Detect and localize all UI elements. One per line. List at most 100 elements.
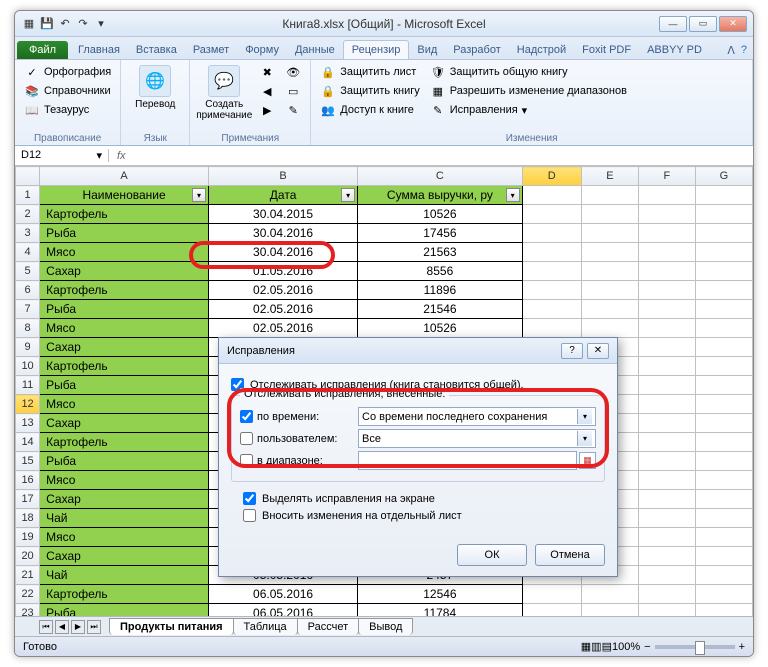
cell-name[interactable]: Мясо xyxy=(40,243,209,262)
zoom-slider[interactable] xyxy=(655,645,735,649)
show-comment-button[interactable]: 👁 xyxy=(282,63,304,81)
row-header[interactable]: 2 xyxy=(16,205,40,224)
table-header-sum[interactable]: Сумма выручки, ру▾ xyxy=(358,186,523,205)
cell[interactable] xyxy=(695,243,752,262)
cell[interactable] xyxy=(638,224,695,243)
table-header-name[interactable]: Наименование▾ xyxy=(40,186,209,205)
cell[interactable] xyxy=(638,509,695,528)
sheet-tab[interactable]: Продукты питания xyxy=(109,618,234,635)
table-header-date[interactable]: Дата▾ xyxy=(209,186,358,205)
row-header[interactable]: 13 xyxy=(16,414,40,433)
who-checkbox[interactable] xyxy=(240,432,253,445)
where-checkbox[interactable] xyxy=(240,454,253,467)
cell-name[interactable]: Рыба xyxy=(40,376,209,395)
who-combo[interactable]: Все▾ xyxy=(358,429,596,448)
row-header[interactable]: 22 xyxy=(16,585,40,604)
cell-name[interactable]: Сахар xyxy=(40,490,209,509)
cell[interactable] xyxy=(581,262,638,281)
fx-icon[interactable]: fx xyxy=(109,150,134,162)
cell-name[interactable]: Мясо xyxy=(40,395,209,414)
row-header[interactable]: 18 xyxy=(16,509,40,528)
view-normal-icon[interactable]: ▦ xyxy=(581,640,591,653)
row-header[interactable]: 19 xyxy=(16,528,40,547)
cell[interactable] xyxy=(695,471,752,490)
cell[interactable] xyxy=(638,281,695,300)
cell[interactable] xyxy=(638,566,695,585)
col-header-g[interactable]: G xyxy=(695,167,752,186)
cell[interactable] xyxy=(695,452,752,471)
protect-workbook-button[interactable]: 🔒Защитить книгу xyxy=(317,82,423,100)
cell-name[interactable]: Сахар xyxy=(40,338,209,357)
thesaurus-button[interactable]: 📖Тезаурус xyxy=(21,101,114,119)
dialog-close-button[interactable]: ✕ xyxy=(587,343,609,359)
cell[interactable] xyxy=(581,281,638,300)
cell[interactable] xyxy=(581,300,638,319)
cell[interactable] xyxy=(522,205,581,224)
cell[interactable] xyxy=(638,205,695,224)
dialog-help-button[interactable]: ? xyxy=(561,343,583,359)
when-checkbox[interactable] xyxy=(240,410,253,423)
zoom-in-icon[interactable]: + xyxy=(739,641,745,653)
cell-name[interactable]: Сахар xyxy=(40,262,209,281)
row-header[interactable]: 14 xyxy=(16,433,40,452)
name-box[interactable]: D12▾ xyxy=(15,149,109,162)
cell[interactable] xyxy=(638,357,695,376)
cell[interactable] xyxy=(695,395,752,414)
cell-name[interactable]: Картофель xyxy=(40,585,209,604)
cell-name[interactable]: Чай xyxy=(40,566,209,585)
tab-data[interactable]: Данные xyxy=(287,41,343,59)
col-header-a[interactable]: A xyxy=(40,167,209,186)
cell[interactable] xyxy=(638,338,695,357)
maximize-button[interactable]: ▭ xyxy=(689,16,717,32)
cell-name[interactable]: Картофель xyxy=(40,433,209,452)
row-header[interactable]: 16 xyxy=(16,471,40,490)
last-sheet-icon[interactable]: ⏭ xyxy=(87,620,101,634)
tab-review[interactable]: Рецензир xyxy=(343,40,410,59)
delete-comment-button[interactable]: ✖ xyxy=(256,63,278,81)
cell[interactable] xyxy=(695,205,752,224)
cell[interactable] xyxy=(695,433,752,452)
sheet-tab[interactable]: Вывод xyxy=(358,618,413,635)
cell-name[interactable]: Мясо xyxy=(40,528,209,547)
row-header[interactable]: 17 xyxy=(16,490,40,509)
minimize-button[interactable]: — xyxy=(659,16,687,32)
cell[interactable] xyxy=(638,528,695,547)
cell-date[interactable]: 30.04.2016 xyxy=(209,243,358,262)
show-all-button[interactable]: ▭ xyxy=(282,82,304,100)
row-header[interactable]: 8 xyxy=(16,319,40,338)
highlight-onscreen-checkbox[interactable] xyxy=(243,492,256,505)
cell[interactable] xyxy=(695,547,752,566)
cell[interactable] xyxy=(638,433,695,452)
cell[interactable] xyxy=(522,585,581,604)
tab-developer[interactable]: Разработ xyxy=(445,41,508,59)
row-header[interactable]: 10 xyxy=(16,357,40,376)
cell-name[interactable]: Картофель xyxy=(40,357,209,376)
range-picker-icon[interactable]: ▦ xyxy=(579,452,596,469)
cell[interactable] xyxy=(638,395,695,414)
sheet-tab[interactable]: Таблица xyxy=(233,618,298,635)
cell[interactable] xyxy=(638,319,695,338)
cell[interactable] xyxy=(695,414,752,433)
spelling-button[interactable]: ✓Орфография xyxy=(21,63,114,81)
redo-icon[interactable]: ↷ xyxy=(75,16,91,32)
cell[interactable] xyxy=(581,585,638,604)
cell[interactable] xyxy=(638,490,695,509)
cell[interactable] xyxy=(581,224,638,243)
help-icon[interactable]: ? xyxy=(741,44,747,57)
undo-icon[interactable]: ↶ xyxy=(57,16,73,32)
cell-name[interactable]: Картофель xyxy=(40,205,209,224)
cancel-button[interactable]: Отмена xyxy=(535,544,605,566)
cell-value[interactable]: 10526 xyxy=(358,319,523,338)
row-header[interactable]: 7 xyxy=(16,300,40,319)
view-break-icon[interactable]: ▤ xyxy=(602,640,612,653)
col-header-c[interactable]: C xyxy=(358,167,523,186)
cell-name[interactable]: Сахар xyxy=(40,414,209,433)
cell[interactable] xyxy=(638,547,695,566)
col-header-b[interactable]: B xyxy=(209,167,358,186)
cell-name[interactable]: Сахар xyxy=(40,547,209,566)
cell-name[interactable]: Мясо xyxy=(40,319,209,338)
dialog-titlebar[interactable]: Исправления ? ✕ xyxy=(219,338,617,364)
chevron-down-icon[interactable]: ▾ xyxy=(577,431,592,446)
cell[interactable] xyxy=(638,585,695,604)
cell[interactable] xyxy=(522,224,581,243)
